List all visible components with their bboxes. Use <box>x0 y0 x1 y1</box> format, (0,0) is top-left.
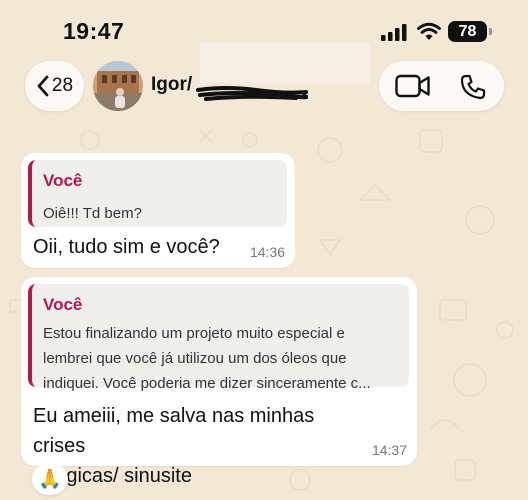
quoted-author: Você <box>43 295 83 314</box>
quoted-text: Estou finalizando um projeto muito espec… <box>43 321 405 396</box>
quoted-message[interactable]: Você Estou finalizando um projeto muito … <box>28 284 409 392</box>
message-text: Oii, tudo sim e você? <box>33 232 220 262</box>
quoted-text-line: Estou finalizando um projeto muito espec… <box>43 325 345 342</box>
unread-count: 28 <box>51 75 74 96</box>
quoted-text: Oiê!!! Td bem? <box>43 201 142 226</box>
message-text-line: Eu ameiii, me salva nas minhas crises <box>33 405 315 457</box>
phone-call-icon[interactable] <box>459 73 487 101</box>
back-button[interactable]: 28 <box>25 61 84 111</box>
message-bubble[interactable]: Você Oiê!!! Td bem? Oii, tudo sim e você… <box>21 153 295 268</box>
message-time: 14:37 <box>371 442 407 458</box>
quoted-author: Você <box>43 171 83 190</box>
message-bubble[interactable]: Você Estou finalizando um projeto muito … <box>21 277 417 487</box>
quoted-text-line: Oiê!!! Td bem? <box>43 205 142 222</box>
message-reaction[interactable]: 🙏 <box>32 463 68 495</box>
message-text-line: alérgicas/ sinusite <box>33 465 192 487</box>
redaction-scribble <box>196 86 308 101</box>
quoted-text-line: indiquei. Você poderia me dizer sinceram… <box>43 375 371 392</box>
quoted-text-line: lembrei que você já utilizou um dos óleo… <box>43 350 347 367</box>
back-chevron-icon <box>37 75 49 97</box>
message-text-line: Oii, tudo sim e você? <box>33 236 220 258</box>
quoted-message[interactable]: Você Oiê!!! Td bem? <box>28 160 287 227</box>
video-call-icon[interactable] <box>395 74 431 98</box>
message-text: Eu ameiii, me salva nas minhas crises al… <box>33 401 333 491</box>
battery-cap <box>489 28 492 35</box>
contact-avatar[interactable] <box>93 61 143 111</box>
signal-icon <box>381 24 407 41</box>
battery-icon: 78 <box>448 21 487 42</box>
reaction-emoji: 🙏 <box>38 469 62 490</box>
wifi-icon <box>417 22 441 40</box>
battery-level: 78 <box>458 23 477 40</box>
call-actions <box>379 61 504 111</box>
contact-name[interactable]: Igor/ <box>151 74 192 96</box>
message-time: 14:36 <box>249 244 285 260</box>
status-time: 19:47 <box>63 18 125 44</box>
privacy-redaction-box <box>200 43 370 83</box>
